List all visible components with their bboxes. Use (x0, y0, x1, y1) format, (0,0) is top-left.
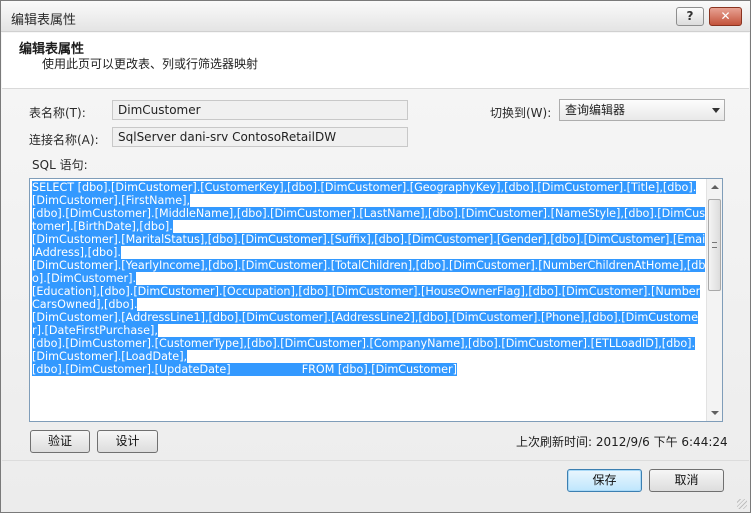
design-button[interactable]: 设计 (97, 430, 158, 453)
sql-line: [DimCustomer].[MaritalStatus],[dbo].[Dim… (32, 233, 706, 259)
switch-to-dropdown[interactable]: 查询编辑器 (559, 99, 725, 121)
connection-name-field[interactable]: SqlServer dani-srv ContosoRetailDW (112, 127, 408, 147)
connection-name-label: 连接名称(A): (29, 133, 99, 147)
title-bar: 编辑表属性 ? ✕ (1, 1, 750, 32)
table-name-label: 表名称(T): (29, 106, 86, 120)
switch-to-value: 查询编辑器 (565, 103, 626, 117)
close-button[interactable]: ✕ (709, 7, 742, 26)
sql-line: [dbo].[DimCustomer].[MiddleName],[dbo].[… (32, 207, 706, 233)
vertical-scrollbar[interactable] (706, 179, 722, 421)
page-subtitle: 使用此页可以更改表、列或行筛选器映射 (42, 57, 259, 71)
cancel-button[interactable]: 取消 (649, 469, 724, 492)
sql-editor[interactable]: SELECT [dbo].[DimCustomer].[CustomerKey]… (29, 178, 723, 422)
scrollbar-thumb[interactable] (708, 199, 721, 291)
header-panel: 编辑表属性 使用此页可以更改表、列或行筛选器映射 (2, 33, 749, 89)
last-refresh-status: 上次刷新时间: 2012/9/6 下午 6:44:24 (516, 435, 728, 449)
grip-icon (712, 242, 717, 248)
help-button[interactable]: ? (676, 7, 704, 26)
sql-line: SELECT [dbo].[DimCustomer].[CustomerKey]… (32, 181, 697, 207)
chevron-down-icon (712, 108, 720, 113)
scroll-up-icon[interactable] (711, 185, 719, 189)
sql-line: [Education],[dbo].[DimCustomer].[Occupat… (32, 285, 701, 311)
scroll-down-icon[interactable] (711, 411, 719, 415)
validate-button[interactable]: 验证 (30, 430, 90, 453)
sql-line: [DimCustomer].[YearlyIncome],[dbo].[DimC… (32, 259, 706, 285)
sql-line: [DimCustomer].[AddressLine1],[dbo].[DimC… (32, 311, 698, 337)
footer-divider (2, 460, 749, 461)
sql-statement-label: SQL 语句: (32, 158, 88, 172)
edit-table-properties-dialog: 编辑表属性 ? ✕ 编辑表属性 使用此页可以更改表、列或行筛选器映射 表名称(T… (0, 0, 751, 513)
table-name-field[interactable]: DimCustomer (112, 100, 408, 120)
sql-line: [dbo].[DimCustomer].[CustomerType],[dbo]… (32, 337, 696, 363)
save-button[interactable]: 保存 (567, 469, 642, 492)
sql-text[interactable]: SELECT [dbo].[DimCustomer].[CustomerKey]… (31, 180, 707, 420)
window-title: 编辑表属性 (11, 13, 77, 28)
sql-line: [dbo].[DimCustomer].[UpdateDate] FROM [d… (32, 363, 457, 376)
resize-grip-icon[interactable] (737, 499, 747, 509)
switch-to-label: 切换到(W): (490, 106, 552, 120)
